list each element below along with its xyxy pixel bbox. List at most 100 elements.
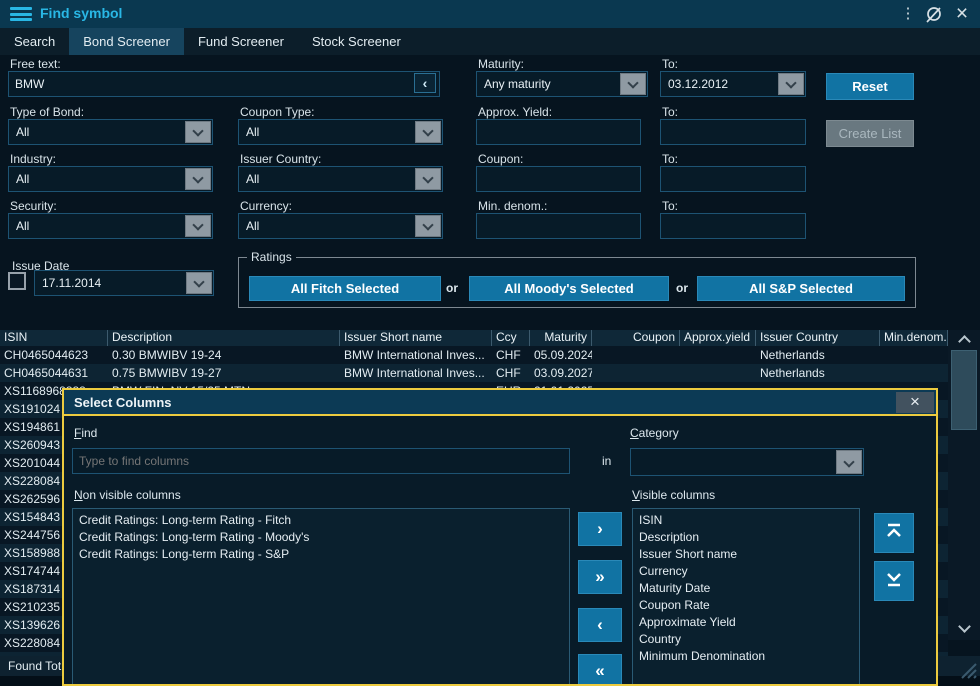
tab-stock-screener[interactable]: Stock Screener bbox=[298, 28, 415, 55]
tab-search[interactable]: Search bbox=[0, 28, 69, 55]
chevron-down-icon[interactable] bbox=[185, 215, 211, 237]
move-to-bottom-icon[interactable] bbox=[874, 561, 914, 601]
close-icon[interactable]: × bbox=[950, 3, 974, 25]
non-visible-columns-list[interactable]: Credit Ratings: Long-term Rating - Fitch… bbox=[72, 508, 570, 686]
cell-yld bbox=[680, 346, 756, 364]
window-titlebar: Find symbol ⋮ × bbox=[0, 0, 980, 28]
fitch-ratings-button[interactable]: All Fitch Selected bbox=[249, 276, 441, 301]
column-item[interactable]: Currency bbox=[633, 563, 859, 580]
column-item[interactable]: Approximate Yield bbox=[633, 614, 859, 631]
issue-date-checkbox[interactable] bbox=[8, 272, 26, 290]
column-header-isin[interactable]: ISIN bbox=[0, 330, 108, 346]
scrollbar-thumb[interactable] bbox=[951, 350, 977, 430]
column-header-min-denom[interactable]: Min.denom. bbox=[880, 330, 948, 346]
column-item[interactable]: Credit Ratings: Long-term Rating - Fitch bbox=[73, 512, 569, 529]
category-select[interactable] bbox=[630, 448, 864, 476]
column-header-description[interactable]: Description bbox=[108, 330, 340, 346]
table-header: ISIN Description Issuer Short name Ccy M… bbox=[0, 330, 948, 346]
chevron-down-icon[interactable] bbox=[185, 168, 211, 190]
visible-columns-list[interactable]: ISINDescriptionIssuer Short nameCurrency… bbox=[632, 508, 860, 686]
chevron-down-icon[interactable] bbox=[415, 215, 441, 237]
approx-yield-to-label: To: bbox=[662, 105, 678, 119]
column-item[interactable]: ISIN bbox=[633, 512, 859, 529]
scroll-up-icon[interactable] bbox=[948, 330, 980, 348]
maturity-select[interactable]: Any maturity bbox=[476, 71, 648, 97]
cell-issuer: BMW International Inves... bbox=[340, 364, 492, 382]
approx-yield-label: Approx. Yield: bbox=[478, 105, 552, 119]
chevron-down-icon[interactable] bbox=[415, 121, 441, 143]
coupon-input[interactable] bbox=[476, 166, 641, 192]
chevron-down-icon[interactable] bbox=[415, 168, 441, 190]
moodys-ratings-button[interactable]: All Moody's Selected bbox=[469, 276, 669, 301]
ratings-group: Ratings All Fitch Selected or All Moody'… bbox=[238, 250, 916, 308]
dialog-close-icon[interactable]: × bbox=[896, 392, 934, 413]
column-header-coupon[interactable]: Coupon bbox=[592, 330, 680, 346]
find-label: Find bbox=[74, 426, 97, 440]
issue-date-select[interactable]: 17.11.2014 bbox=[34, 270, 214, 296]
chevron-down-icon[interactable] bbox=[185, 121, 211, 143]
add-column-button[interactable]: › bbox=[578, 512, 622, 546]
kebab-menu-icon[interactable]: ⋮ bbox=[896, 3, 920, 25]
unlink-icon[interactable] bbox=[922, 5, 946, 27]
column-header-issuer-country[interactable]: Issuer Country bbox=[756, 330, 880, 346]
column-item[interactable]: Minimum Denomination bbox=[633, 648, 859, 665]
coupon-to-input[interactable] bbox=[660, 166, 806, 192]
approx-yield-input[interactable] bbox=[476, 119, 641, 145]
industry-label: Industry: bbox=[10, 152, 56, 166]
currency-select[interactable]: All bbox=[238, 213, 443, 239]
column-header-approx-yield[interactable]: Approx.yield bbox=[680, 330, 756, 346]
type-of-bond-select[interactable]: All bbox=[8, 119, 213, 145]
remove-all-columns-button[interactable]: « bbox=[578, 654, 622, 686]
column-header-maturity[interactable]: Maturity bbox=[530, 330, 592, 346]
approx-yield-to-input[interactable] bbox=[660, 119, 806, 145]
find-columns-input[interactable] bbox=[72, 448, 570, 474]
table-row[interactable]: CH04650446230.30 BMWIBV 19-24BMW Interna… bbox=[0, 346, 948, 364]
resize-grip-icon[interactable] bbox=[956, 658, 978, 683]
dialog-titlebar[interactable]: Select Columns × bbox=[64, 390, 936, 416]
column-item[interactable]: Description bbox=[633, 529, 859, 546]
tab-fund-screener[interactable]: Fund Screener bbox=[184, 28, 298, 55]
chevron-down-icon[interactable] bbox=[836, 450, 862, 474]
category-label: Category bbox=[630, 426, 679, 440]
column-item[interactable]: Credit Ratings: Long-term Rating - S&P bbox=[73, 546, 569, 563]
coupon-type-select[interactable]: All bbox=[238, 119, 443, 145]
found-total-text: Found Tot bbox=[8, 659, 61, 673]
tab-bond-screener[interactable]: Bond Screener bbox=[69, 28, 184, 55]
chevron-down-icon[interactable] bbox=[186, 272, 212, 294]
scroll-down-icon[interactable] bbox=[948, 618, 980, 636]
reset-button[interactable]: Reset bbox=[826, 73, 914, 100]
issuer-country-select[interactable]: All bbox=[238, 166, 443, 192]
create-list-button[interactable]: Create List bbox=[826, 120, 914, 147]
column-header-issuer-short-name[interactable]: Issuer Short name bbox=[340, 330, 492, 346]
cell-ccy: CHF bbox=[492, 364, 530, 382]
remove-column-button[interactable]: ‹ bbox=[578, 608, 622, 642]
collapse-left-icon[interactable]: ‹ bbox=[414, 73, 436, 93]
chevron-down-icon[interactable] bbox=[620, 73, 646, 95]
select-columns-dialog: Select Columns × Find in Category Non vi… bbox=[62, 388, 938, 686]
free-text-input[interactable] bbox=[8, 71, 440, 97]
cell-isin: CH0465044623 bbox=[0, 346, 108, 364]
maturity-to-select[interactable]: 03.12.2012 bbox=[660, 71, 806, 97]
industry-select[interactable]: All bbox=[8, 166, 213, 192]
cell-country: Netherlands bbox=[756, 346, 880, 364]
add-all-columns-button[interactable]: » bbox=[578, 560, 622, 594]
cell-mat: 05.09.2024 bbox=[530, 346, 592, 364]
table-row[interactable]: CH04650446310.75 BMWIBV 19-27BMW Interna… bbox=[0, 364, 948, 382]
column-item[interactable]: Coupon Rate bbox=[633, 597, 859, 614]
column-item[interactable]: Issuer Short name bbox=[633, 546, 859, 563]
min-denom-to-label: To: bbox=[662, 199, 678, 213]
vertical-scrollbar[interactable] bbox=[948, 330, 980, 640]
column-item[interactable]: Country bbox=[633, 631, 859, 648]
chevron-down-icon[interactable] bbox=[778, 73, 804, 95]
security-select[interactable]: All bbox=[8, 213, 213, 239]
hamburger-menu-icon[interactable] bbox=[10, 7, 32, 21]
column-item[interactable]: Maturity Date bbox=[633, 580, 859, 597]
cell-country: Netherlands bbox=[756, 364, 880, 382]
column-item[interactable]: Credit Ratings: Long-term Rating - Moody… bbox=[73, 529, 569, 546]
find-symbol-window: Find symbol ⋮ × SearchBond ScreenerFund … bbox=[0, 0, 980, 686]
min-denom-to-input[interactable] bbox=[660, 213, 806, 239]
min-denom-input[interactable] bbox=[476, 213, 641, 239]
column-header-ccy[interactable]: Ccy bbox=[492, 330, 530, 346]
move-to-top-icon[interactable] bbox=[874, 513, 914, 553]
sp-ratings-button[interactable]: All S&P Selected bbox=[697, 276, 905, 301]
